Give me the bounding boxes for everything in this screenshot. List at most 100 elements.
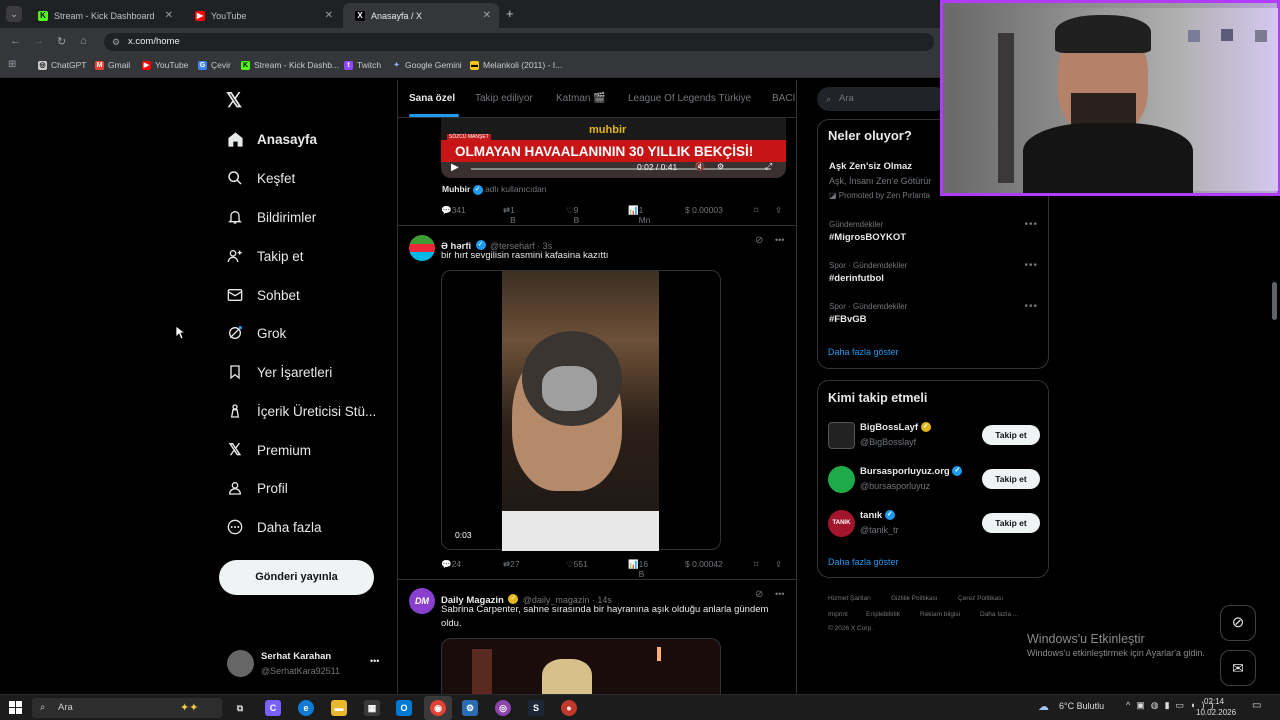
nav-more[interactable]: Daha fazla — [226, 515, 322, 539]
nav-grok[interactable]: Grok — [226, 321, 286, 345]
tab-for-you[interactable]: Sana özel — [409, 93, 455, 104]
bookmark-icon[interactable]: ⌑ — [754, 559, 758, 570]
bookmark-gmail[interactable]: M Gmail — [95, 60, 130, 70]
recorder-icon[interactable]: ● — [561, 700, 577, 716]
bookmark-youtube[interactable]: ▶ YouTube — [142, 60, 188, 70]
copilot-icon[interactable]: C — [265, 700, 281, 716]
reload-icon[interactable]: ↻ — [57, 35, 66, 48]
suggested-name[interactable]: BigBossLayf ✓ — [860, 422, 931, 433]
user-avatar[interactable] — [227, 650, 254, 677]
search-input[interactable]: ⌕ Ara — [817, 87, 947, 111]
footer-link[interactable]: Erişilebilirlik — [866, 611, 900, 618]
tab-search-icon[interactable]: ⌄ — [6, 6, 22, 22]
promo-title[interactable]: Aşk Zen'siz Olmaz — [829, 161, 912, 172]
tab-lol-turkiye[interactable]: League Of Legends Türkiye — [628, 93, 751, 104]
tweet-video[interactable] — [441, 638, 721, 694]
trend-item[interactable]: #FBvGB — [829, 314, 866, 325]
trend-more-icon[interactable]: ••• — [1024, 260, 1038, 271]
tab-katman[interactable]: Katman 🎬 — [556, 93, 606, 104]
account-menu-icon[interactable]: ••• — [370, 656, 379, 666]
obs-icon[interactable]: ◎ — [495, 700, 511, 716]
reply-button[interactable]: 💬 24 — [441, 559, 461, 570]
repost-button[interactable]: ⇄ 1 B — [503, 205, 516, 225]
forward-icon[interactable]: → — [33, 35, 44, 47]
task-view-icon[interactable]: ⧉ — [232, 700, 248, 716]
bookmark-kick[interactable]: K Stream - Kick Dashb... — [241, 60, 339, 70]
tweet-avatar-flag[interactable] — [409, 235, 435, 261]
windows-start-icon[interactable] — [9, 701, 22, 719]
store-icon[interactable]: ▦ — [364, 700, 380, 716]
follow-button[interactable]: Takip et — [982, 469, 1040, 489]
tab-youtube[interactable]: ▶ YouTube ✕ — [183, 3, 341, 28]
bookmark-twitch[interactable]: t Twitch — [344, 60, 381, 70]
edge-icon[interactable]: e — [298, 700, 314, 716]
mute-icon[interactable]: 🔇 — [695, 162, 705, 171]
tab-kick[interactable]: K Stream - Kick Dashboard ✕ — [26, 3, 181, 28]
tweet-avatar[interactable]: DM — [409, 588, 435, 614]
footer-link[interactable]: Reklam bilgisi — [920, 611, 960, 618]
nav-chat[interactable]: Sohbet — [226, 283, 300, 307]
suggested-avatar[interactable] — [828, 422, 855, 449]
trend-more-icon[interactable]: ••• — [1024, 301, 1038, 312]
grok-icon[interactable]: ⊘ — [755, 589, 763, 600]
nav-home[interactable]: Anasayfa — [226, 127, 317, 151]
nav-bookmarks[interactable]: Yer İşaretleri — [226, 360, 332, 384]
repost-button[interactable]: ⇄ 27 — [503, 559, 520, 570]
home-icon[interactable]: ⌂ — [80, 35, 87, 47]
trend-item[interactable]: #MigrosBOYKOT — [829, 232, 906, 243]
outlook-icon[interactable]: O — [396, 700, 412, 716]
bookmark-chatgpt[interactable]: ◎ ChatGPT — [38, 60, 86, 70]
suggested-name[interactable]: Bursasporluyuz.org ✓ — [860, 466, 963, 477]
messages-float-button[interactable]: ✉ — [1220, 650, 1256, 686]
ad-video[interactable]: SÖZCÜ MANŞET muhbir OLMAYAN HAVAALANININ… — [441, 118, 786, 178]
tab-x[interactable]: X Anasayfa / X ✕ — [343, 3, 499, 28]
advertiser-name[interactable]: Muhbir — [442, 184, 470, 194]
like-button[interactable]: ♡ 551 — [566, 559, 588, 570]
trend-more-icon[interactable]: ••• — [1024, 219, 1038, 230]
suggested-avatar[interactable] — [828, 466, 855, 493]
suggested-name[interactable]: tanık ✓ — [860, 510, 895, 521]
tweet-video[interactable]: 0:03 — [441, 270, 721, 551]
tip-button[interactable]: $ 0.00042 — [685, 559, 723, 569]
grok-icon[interactable]: ⊘ — [755, 235, 763, 246]
tweet-more-icon[interactable]: ••• — [775, 235, 784, 245]
bookmark-gemini[interactable]: ✦ Google Gemini — [392, 60, 462, 70]
tab-baci[interactable]: BACI — [772, 93, 795, 104]
nav-follow[interactable]: Takip et — [226, 244, 304, 268]
new-tab-button[interactable]: + — [506, 6, 514, 21]
bookmark-melankoli[interactable]: ▬ Melankoli (2011) - I... — [470, 60, 562, 70]
trend-item[interactable]: #derinfutbol — [829, 273, 884, 284]
bookmark-translate[interactable]: G Çevir — [198, 60, 231, 70]
views-button[interactable]: 📊 1 Mn — [628, 205, 650, 225]
share-icon[interactable]: ⇪ — [775, 205, 782, 216]
like-button[interactable]: ♡ 9 B — [566, 205, 579, 225]
suggested-avatar[interactable]: TANIK — [828, 510, 855, 537]
footer-link[interactable]: Daha fazla ... — [980, 611, 1018, 618]
post-button[interactable]: Gönderi yayınla — [219, 560, 374, 595]
file-explorer-icon[interactable]: ▬ — [331, 700, 347, 716]
tweet-more-icon[interactable]: ••• — [775, 589, 784, 599]
footer-link[interactable]: Çerez Politikası — [958, 595, 1003, 602]
close-icon[interactable]: ✕ — [325, 10, 333, 21]
notifications-icon[interactable]: ▭ — [1252, 700, 1261, 711]
nav-explore[interactable]: Keşfet — [226, 166, 295, 190]
site-info-icon[interactable]: ⚙ — [112, 33, 120, 51]
footer-link[interactable]: Gizlilik Politikası — [891, 595, 938, 602]
back-icon[interactable]: ← — [10, 35, 21, 47]
settings-app-icon[interactable]: ⚙ — [462, 700, 478, 716]
apps-grid-icon[interactable]: ⊞ — [8, 59, 16, 70]
page-scrollbar[interactable] — [1272, 282, 1277, 320]
clock-time[interactable]: 02:14 — [1204, 697, 1224, 706]
play-icon[interactable]: ▶ — [451, 162, 459, 173]
clock-date[interactable]: 10.02.2026 — [1196, 708, 1236, 717]
reply-button[interactable]: 💬 341 — [441, 205, 466, 216]
nav-profile[interactable]: Profil — [226, 476, 288, 500]
weather-text[interactable]: 6°C Bulutlu — [1059, 701, 1104, 711]
tab-following[interactable]: Takip ediliyor — [475, 93, 533, 104]
nav-notifications[interactable]: Bildirimler — [226, 205, 316, 229]
fullscreen-icon[interactable]: ⤢ — [765, 161, 772, 172]
x-logo-icon[interactable]: 𝕏 — [226, 88, 242, 113]
close-icon[interactable]: ✕ — [165, 10, 173, 21]
share-icon[interactable]: ⇪ — [775, 559, 782, 570]
follow-button[interactable]: Takip et — [982, 513, 1040, 533]
